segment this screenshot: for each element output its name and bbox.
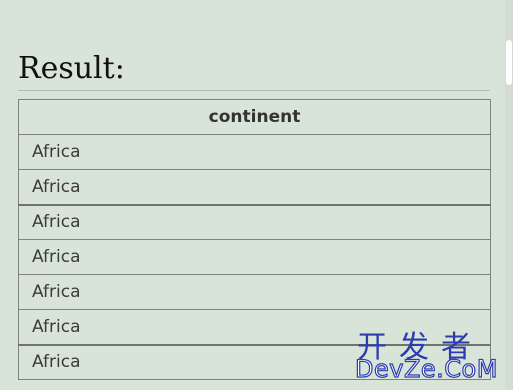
scrollbar-thumb[interactable] <box>506 40 512 85</box>
heading-divider <box>18 90 490 91</box>
vertical-scrollbar[interactable] <box>505 0 513 390</box>
watermark-line2: DevZe.CoM <box>354 354 498 383</box>
table-row: Africa <box>18 169 491 205</box>
table-row: Africa <box>18 239 491 275</box>
table-header-row: continent <box>18 99 491 135</box>
table-row: Africa <box>18 203 491 240</box>
table-row: Africa <box>18 134 491 170</box>
table-cell: Africa <box>18 274 491 310</box>
table-cell: Africa <box>18 239 491 275</box>
result-heading: Result: <box>18 51 125 86</box>
column-header-continent: continent <box>18 99 491 135</box>
table-row: Africa <box>18 274 491 310</box>
table-cell: Africa <box>18 169 491 205</box>
table-cell: Africa <box>18 203 491 240</box>
devze-watermark-logo: 开发者 DevZe.CoM <box>354 322 505 384</box>
table-cell: Africa <box>18 134 491 170</box>
